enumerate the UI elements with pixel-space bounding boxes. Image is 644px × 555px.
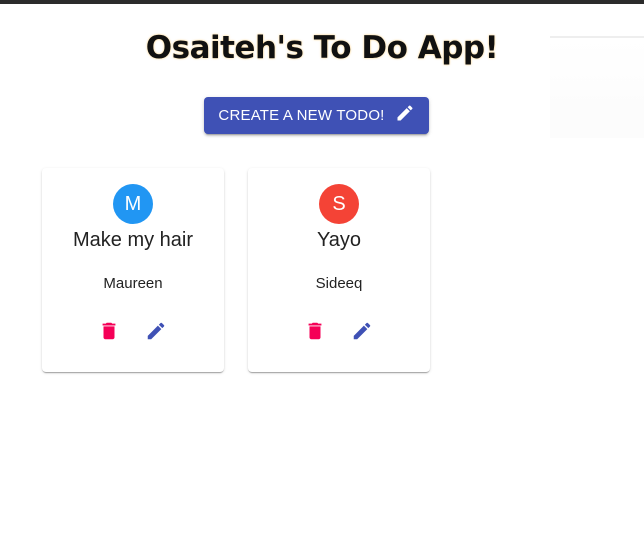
todo-title: Make my hair bbox=[72, 229, 194, 251]
todo-card: M Make my hair Maureen bbox=[42, 168, 224, 372]
pencil-icon bbox=[395, 103, 415, 128]
create-todo-button[interactable]: CREATE A NEW TODO! bbox=[204, 97, 429, 134]
trash-icon bbox=[98, 320, 120, 347]
delete-todo-button[interactable] bbox=[96, 320, 122, 346]
todo-owner: Sideeq bbox=[315, 275, 363, 292]
delete-todo-button[interactable] bbox=[302, 320, 328, 346]
todo-title: Yayo bbox=[316, 229, 362, 251]
todo-card: S Yayo Sideeq bbox=[248, 168, 430, 372]
trash-icon bbox=[304, 320, 326, 347]
avatar: M bbox=[113, 184, 153, 224]
faded-overlay-panel bbox=[550, 36, 644, 138]
avatar: S bbox=[319, 184, 359, 224]
edit-todo-button[interactable] bbox=[349, 320, 375, 346]
edit-todo-button[interactable] bbox=[143, 320, 169, 346]
page-title: Osaiteh's To Do App! bbox=[145, 30, 499, 66]
pencil-icon bbox=[145, 320, 167, 347]
pencil-icon bbox=[351, 320, 373, 347]
todo-owner: Maureen bbox=[103, 275, 163, 292]
create-todo-button-label: CREATE A NEW TODO! bbox=[218, 107, 385, 124]
window-top-border bbox=[0, 0, 644, 4]
